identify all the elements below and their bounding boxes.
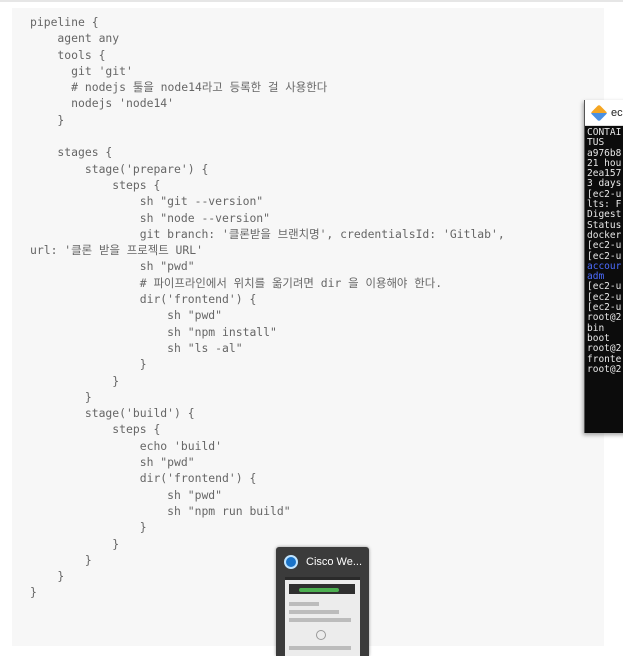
code-line: nodejs 'node14' [30,96,175,111]
code-line: sh "pwd" [30,259,195,274]
code-line: } [30,552,92,567]
code-line: } [30,520,147,535]
code-line: tools { [30,47,106,62]
cisco-title: Cisco We... [306,556,363,568]
code-line: sh "node --version" [30,210,271,225]
terminal-output: CONTAI TUS a976b8 21 hou 2ea157 3 days [ec2-u l… [585,126,623,375]
code-line: } [30,585,37,600]
code-line: stage('prepare') { [30,161,209,176]
code-line: } [30,536,120,551]
cisco-webex-icon [284,555,298,569]
cisco-webex-thumbnail[interactable]: Cisco We... [276,547,369,656]
code-text: pipeline { agent any tools { git 'git' #… [30,14,505,601]
code-line: } [30,357,147,372]
code-line: sh "pwd" [30,455,195,470]
code-line: } [30,112,65,127]
preview-field [289,646,351,650]
cisco-header: Cisco We... [276,547,369,577]
terminal-line: root@2 [587,343,622,355]
preview-status-bar [299,588,339,592]
code-line: sh "git --version" [30,194,264,209]
code-line: sh "ls -al" [30,340,243,355]
code-line: dir('frontend') { [30,471,257,486]
code-line: stages { [30,145,113,160]
terminal-line: root@2 [587,363,622,375]
code-line: sh "npm install" [30,324,277,339]
code-line: pipeline { [30,15,99,29]
top-divider [0,0,623,2]
code-line: steps { [30,422,161,437]
terminal-titlebar[interactable]: ec2 [585,100,623,126]
code-line: } [30,569,65,584]
preview-field [289,618,351,622]
code-line: } [30,373,120,388]
preview-field [289,610,339,614]
code-line: stage('build') { [30,406,195,421]
terminal-title: ec2 [611,106,623,119]
code-line: # 파이프라인에서 위치를 옮기려면 dir 을 이용해야 한다. [30,275,443,290]
code-line: url: '클론 받을 프로젝트 URL' [30,243,203,258]
code-line: dir('frontend') { [30,292,257,307]
code-line: echo 'build' [30,438,223,453]
code-line: sh "pwd" [30,487,223,502]
preview-field [289,602,319,606]
terminal-app-icon [590,104,608,121]
code-line: sh "pwd" [30,308,223,323]
code-line: git branch: '클론받을 브랜치명', credentialsId: … [30,226,505,241]
code-line: git 'git' [30,63,133,78]
cisco-window-preview[interactable] [285,577,360,656]
code-line: agent any [30,31,120,46]
code-line: } [30,389,92,404]
code-line: steps { [30,177,161,192]
preview-placeholder-icon [316,630,326,640]
code-line: sh "npm run build" [30,503,291,518]
code-line: # nodejs 툴을 node14라고 등록한 걸 사용한다 [30,80,328,95]
terminal-window[interactable]: ec2 CONTAITUSa976b821 hou2ea1573 days[ec… [584,100,623,433]
